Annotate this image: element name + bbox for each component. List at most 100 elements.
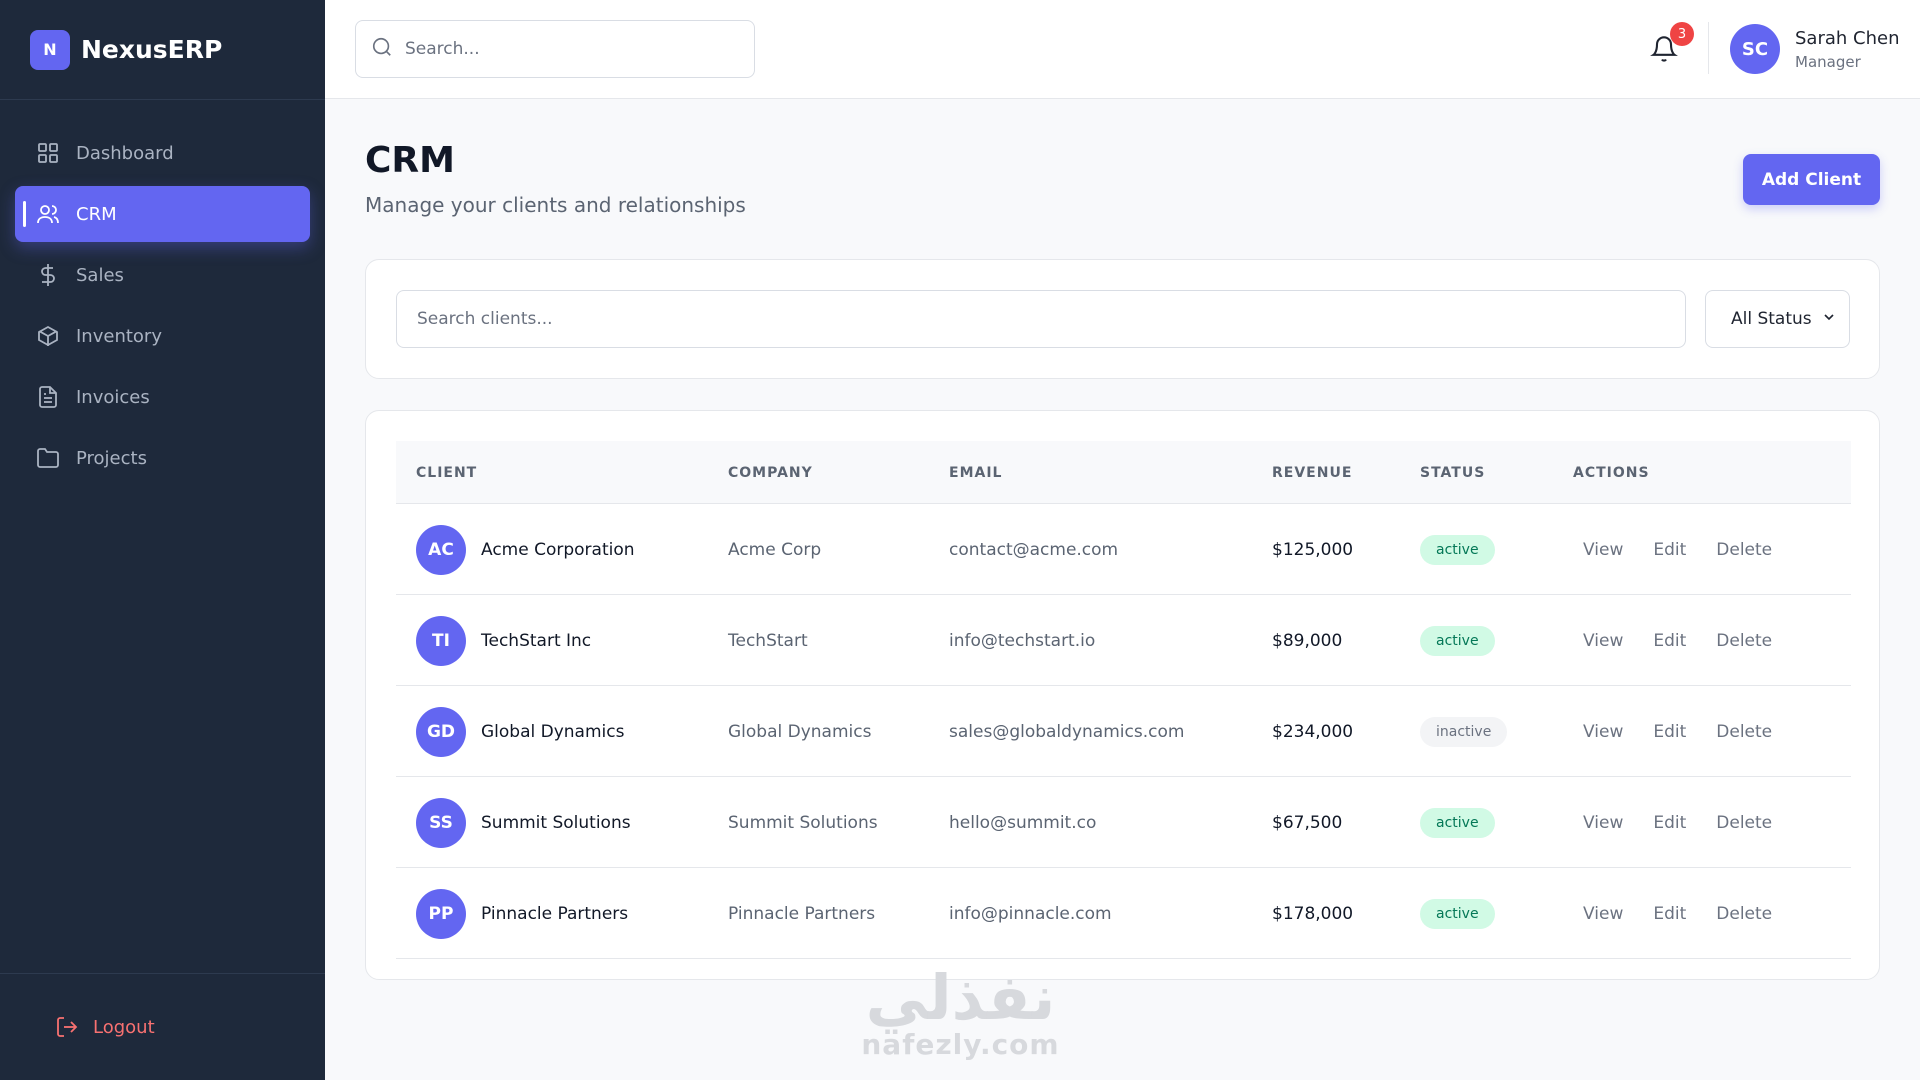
sidebar-item-sales[interactable]: Sales <box>15 247 310 303</box>
client-cell: TI TechStart Inc <box>416 595 591 686</box>
status-cell: active <box>1420 777 1495 868</box>
status-badge: active <box>1420 625 1495 656</box>
client-cell: SS Summit Solutions <box>416 777 631 868</box>
brand-name: NexusERP <box>81 35 223 64</box>
table-row: TI TechStart Inc TechStart info@techstart.i… <box>396 595 1851 686</box>
actions-cell: View Edit Delete <box>1583 504 1772 595</box>
client-cell: AC Acme Corporation <box>416 504 635 595</box>
client-avatar: PP <box>416 888 466 939</box>
delete-button[interactable]: Delete <box>1716 631 1772 651</box>
box-icon <box>35 323 61 349</box>
delete-button[interactable]: Delete <box>1716 540 1772 560</box>
search-icon <box>371 36 393 62</box>
email-cell: contact@acme.com <box>949 539 1119 560</box>
table-row: SS Summit Solutions Summit Solutions hello@… <box>396 777 1851 868</box>
view-button[interactable]: View <box>1583 813 1623 833</box>
edit-button[interactable]: Edit <box>1653 631 1686 651</box>
client-avatar: AC <box>416 524 466 575</box>
client-cell: PP Pinnacle Partners <box>416 868 628 959</box>
edit-button[interactable]: Edit <box>1653 813 1686 833</box>
revenue-cell: $67,500 <box>1272 812 1343 833</box>
sidebar-item-label: Inventory <box>76 325 162 347</box>
status-filter-select[interactable]: All Status <box>1705 290 1850 348</box>
client-avatar: GD <box>416 706 466 757</box>
sidebar-item-label: Sales <box>76 264 124 286</box>
sidebar-item-label: Projects <box>76 447 147 469</box>
brand-logo: N <box>30 29 70 70</box>
watermark-arabic: نفذلي <box>865 961 1056 1034</box>
column-header-client: CLIENT <box>416 465 478 481</box>
users-icon <box>35 201 61 227</box>
sidebar-nav: Dashboard CRM Sales Inventory Invoices P… <box>0 100 325 486</box>
logout-icon <box>55 1015 79 1039</box>
column-header-revenue: REVENUE <box>1272 465 1353 481</box>
watermark-latin: nafezly.com <box>861 1028 1060 1061</box>
status-badge: active <box>1420 898 1495 929</box>
view-button[interactable]: View <box>1583 722 1623 742</box>
table-body: AC Acme Corporation Acme Corp contact@acme.… <box>396 504 1851 959</box>
filter-card: All Status <box>365 259 1880 379</box>
client-cell: GD Global Dynamics <box>416 686 624 777</box>
column-header-status: STATUS <box>1420 465 1486 481</box>
sidebar-item-invoices[interactable]: Invoices <box>15 369 310 425</box>
sidebar: N NexusERP Dashboard CRM Sales Inventory… <box>0 0 325 1080</box>
revenue-cell: $234,000 <box>1272 721 1354 742</box>
company-cell: Summit Solutions <box>728 812 878 833</box>
top-header: 3 SC Sarah Chen Manager <box>325 0 1920 99</box>
client-search-input[interactable] <box>396 290 1686 348</box>
company-cell: Pinnacle Partners <box>728 903 876 924</box>
brand: N NexusERP <box>0 0 325 100</box>
sidebar-item-dashboard[interactable]: Dashboard <box>15 125 310 181</box>
revenue-cell: $125,000 <box>1272 539 1354 560</box>
search-input[interactable] <box>405 39 725 59</box>
client-avatar: TI <box>416 615 466 666</box>
client-name: Pinnacle Partners <box>481 903 629 924</box>
status-filter-value: All Status <box>1731 309 1812 329</box>
status-cell: active <box>1420 595 1495 686</box>
sidebar-item-label: Invoices <box>76 386 150 408</box>
table-row: AC Acme Corporation Acme Corp contact@acme.… <box>396 504 1851 595</box>
sidebar-item-crm[interactable]: CRM <box>15 186 310 242</box>
company-cell: TechStart <box>728 630 808 651</box>
delete-button[interactable]: Delete <box>1716 722 1772 742</box>
client-name: Acme Corporation <box>481 539 635 560</box>
revenue-cell: $178,000 <box>1272 903 1354 924</box>
sidebar-item-inventory[interactable]: Inventory <box>15 308 310 364</box>
sidebar-item-projects[interactable]: Projects <box>15 430 310 486</box>
status-badge: active <box>1420 534 1495 565</box>
client-name: TechStart Inc <box>481 630 592 651</box>
sidebar-footer: Logout <box>0 973 325 1080</box>
page-subtitle: Manage your clients and relationships <box>365 193 746 217</box>
view-button[interactable]: View <box>1583 540 1623 560</box>
company-cell: Acme Corp <box>728 539 822 560</box>
email-cell: info@pinnacle.com <box>949 903 1112 924</box>
table-row: PP Pinnacle Partners Pinnacle Partners info… <box>396 868 1851 959</box>
logout-button[interactable]: Logout <box>55 1015 155 1039</box>
delete-button[interactable]: Delete <box>1716 904 1772 924</box>
status-badge: inactive <box>1420 716 1508 747</box>
actions-cell: View Edit Delete <box>1583 777 1772 868</box>
global-search[interactable] <box>355 20 755 78</box>
status-cell: active <box>1420 504 1495 595</box>
actions-cell: View Edit Delete <box>1583 686 1772 777</box>
company-cell: Global Dynamics <box>728 721 872 742</box>
clients-table-card: CLIENT COMPANY EMAIL REVENUE STATUS ACTI… <box>365 410 1880 980</box>
edit-button[interactable]: Edit <box>1653 722 1686 742</box>
edit-button[interactable]: Edit <box>1653 540 1686 560</box>
watermark-logo: نفذلي nafezly.com <box>853 961 1068 1062</box>
add-client-button[interactable]: Add Client <box>1743 154 1880 205</box>
table-header: CLIENT COMPANY EMAIL REVENUE STATUS ACTI… <box>396 441 1851 504</box>
client-name: Summit Solutions <box>481 812 631 833</box>
delete-button[interactable]: Delete <box>1716 813 1772 833</box>
column-header-actions: ACTIONS <box>1573 465 1650 481</box>
column-header-company: COMPANY <box>728 465 813 481</box>
view-button[interactable]: View <box>1583 631 1623 651</box>
edit-button[interactable]: Edit <box>1653 904 1686 924</box>
view-button[interactable]: View <box>1583 904 1623 924</box>
chevron-down-icon <box>1821 309 1837 330</box>
status-badge: active <box>1420 807 1495 838</box>
client-name: Global Dynamics <box>481 721 625 742</box>
user-avatar[interactable]: SC <box>1730 24 1780 74</box>
status-cell: inactive <box>1420 686 1508 777</box>
column-header-email: EMAIL <box>949 465 1003 481</box>
